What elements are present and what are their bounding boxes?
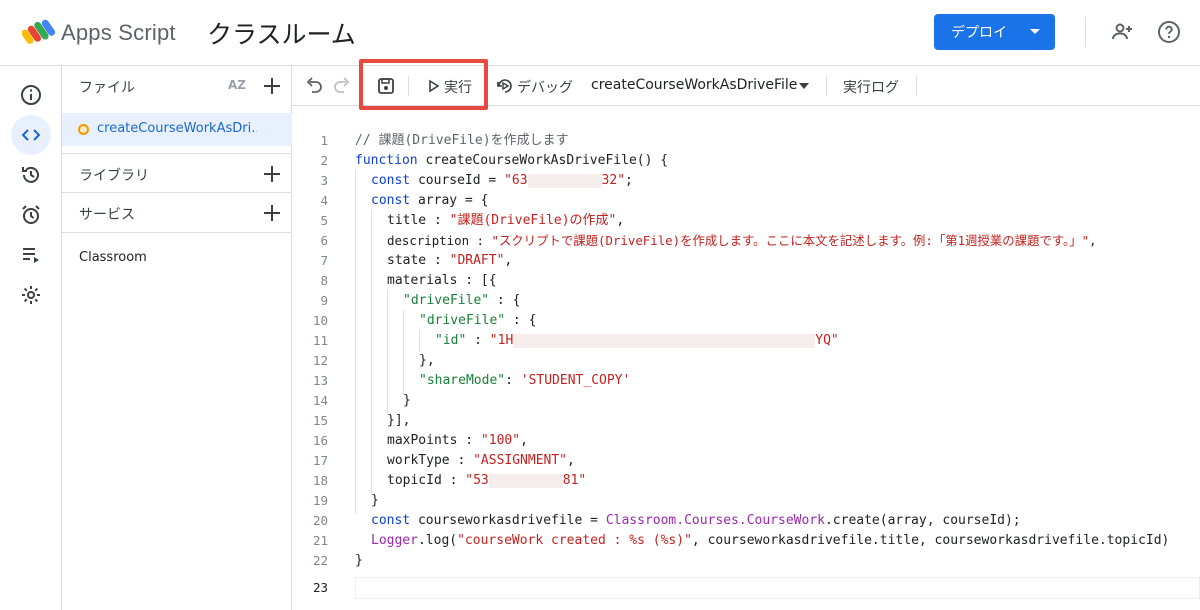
code-line: 11 "id" : "1H YQ"	[312, 333, 839, 348]
code-line: 8 materials : [{	[320, 273, 497, 288]
add-file-icon[interactable]	[262, 76, 282, 96]
redacted-text	[513, 333, 816, 348]
code-line: 22}	[312, 553, 363, 568]
code-line: 19}	[312, 493, 379, 508]
code-editor[interactable]: 1// 課題(DriveFile)を作成します 2 function create…	[292, 107, 1200, 610]
annotation-highlight-box	[359, 59, 488, 110]
files-label: ファイル	[79, 80, 135, 96]
code-line: 2 function createCourseWorkAsDriveFile() …	[320, 153, 669, 168]
redo-icon[interactable]	[332, 76, 352, 96]
libraries-section: ライブラリ	[62, 153, 292, 193]
file-item-label: createCourseWorkAsDri...	[97, 121, 257, 136]
service-item-classroom[interactable]: Classroom	[79, 250, 147, 265]
code-line: 21 Logger.log("courseWork created : %s (%…	[312, 533, 1170, 548]
script-file-icon	[78, 124, 89, 135]
code-line: 15}],	[312, 413, 411, 428]
code-line: 14}	[312, 393, 411, 408]
code-line: 9 "driveFile" : {	[320, 293, 521, 308]
chevron-down-icon	[1030, 29, 1040, 34]
settings-icon[interactable]	[11, 275, 51, 315]
app-name[interactable]: Apps Script	[61, 20, 176, 46]
code-line: 4 const array = {	[320, 193, 489, 208]
app-header: Apps Script クラスルーム デプロイ	[0, 0, 1200, 66]
chevron-down-icon	[799, 83, 809, 89]
info-icon[interactable]	[11, 75, 51, 115]
function-select[interactable]: createCourseWorkAsDriveFile	[591, 66, 813, 106]
file-item-code[interactable]: createCourseWorkAsDri...	[62, 113, 292, 146]
services-label: サービス	[79, 207, 135, 223]
code-line: 10 "driveFile" : {	[312, 313, 537, 328]
add-library-icon[interactable]	[262, 164, 282, 184]
header-divider	[1085, 17, 1086, 47]
debug-button-label: デバッグ	[517, 80, 573, 96]
code-line: 6 description : "スクリプトで課題(DriveFile)を作成しま…	[320, 233, 1097, 248]
undo-icon[interactable]	[304, 76, 324, 96]
file-panel: ファイル AZ createCourseWorkAsDri... ライブラリ サ…	[62, 66, 292, 610]
code-line: 12},	[312, 353, 435, 368]
function-select-value: createCourseWorkAsDriveFile	[591, 77, 798, 93]
sort-az-icon[interactable]: AZ	[228, 78, 246, 92]
apps-script-logo-icon[interactable]	[22, 17, 56, 47]
alarm-icon[interactable]	[11, 195, 51, 235]
code-icon[interactable]	[11, 115, 51, 155]
code-line: 18 topicId : "53 81"	[312, 473, 587, 488]
deploy-button[interactable]: デプロイ	[934, 14, 1055, 50]
deploy-button-label: デプロイ	[951, 25, 1007, 41]
navigation-rail	[0, 66, 62, 610]
code-line: 20 const courseworkasdrivefile = Classroo…	[312, 513, 1021, 528]
help-icon[interactable]	[1157, 20, 1181, 44]
code-line: 1// 課題(DriveFile)を作成します	[320, 133, 569, 148]
code-line: 3 const courseId = "63 32";	[320, 173, 633, 188]
files-section-header: ファイル AZ	[62, 66, 292, 106]
services-section: サービス	[62, 193, 292, 233]
add-person-icon[interactable]	[1110, 20, 1134, 44]
redacted-text	[488, 473, 563, 488]
code-line: 13 "shareMode": 'STUDENT_COPY'	[312, 373, 631, 388]
toolbar-divider	[826, 76, 827, 96]
redacted-text	[527, 173, 602, 188]
executions-icon[interactable]	[11, 235, 51, 275]
code-line: 16 maxPoints : "100",	[312, 433, 528, 448]
code-line: 7 state : "DRAFT",	[320, 253, 513, 268]
debug-icon	[497, 79, 512, 93]
history-icon[interactable]	[11, 155, 51, 195]
execution-log-button[interactable]: 実行ログ	[843, 77, 899, 97]
code-line: 23	[312, 580, 328, 595]
debug-button[interactable]: デバッグ	[496, 66, 576, 106]
libraries-label: ライブラリ	[79, 168, 149, 184]
project-title[interactable]: クラスルーム	[207, 15, 356, 51]
code-line: 5 title : "課題(DriveFile)の作成",	[320, 213, 625, 228]
add-service-icon[interactable]	[262, 203, 282, 223]
toolbar-divider	[916, 76, 917, 96]
code-line: 17 workType : "ASSIGNMENT",	[312, 453, 575, 468]
